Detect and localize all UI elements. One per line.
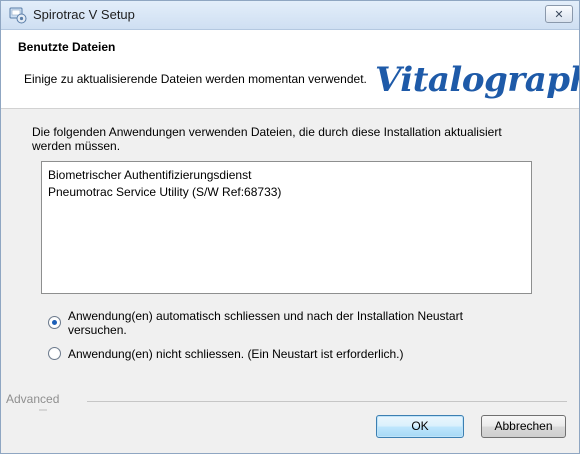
dialog-content: Die folgenden Anwendungen verwenden Date…: [1, 109, 579, 453]
footer-divider: [87, 401, 567, 402]
divider-mark: [39, 409, 47, 411]
option-no-close[interactable]: Anwendung(en) nicht schliessen. (Ein Neu…: [48, 347, 518, 361]
dialog-header: Benutzte Dateien Einige zu aktualisieren…: [1, 30, 579, 109]
info-text: Die folgenden Anwendungen verwenden Date…: [32, 125, 502, 153]
list-item[interactable]: Pneumotrac Service Utility (S/W Ref:6873…: [48, 184, 525, 201]
option-auto-close[interactable]: Anwendung(en) automatisch schliessen und…: [48, 309, 518, 337]
advanced-label: Advanced: [6, 392, 60, 406]
cancel-button[interactable]: Abbrechen: [481, 415, 566, 438]
vitalograph-logo: Vitalograph®: [375, 60, 580, 100]
applications-listbox[interactable]: Biometrischer Authentifizierungsdienst P…: [41, 161, 532, 294]
setup-app-icon: [9, 6, 27, 24]
close-button[interactable]: ✕: [545, 5, 573, 23]
header-title: Benutzte Dateien: [18, 40, 116, 54]
close-icon: ✕: [554, 8, 564, 21]
option-no-close-label[interactable]: Anwendung(en) nicht schliessen. (Ein Neu…: [68, 347, 518, 361]
radio-no-close[interactable]: [48, 347, 61, 360]
radio-auto-close[interactable]: [48, 316, 61, 329]
title-bar[interactable]: Spirotrac V Setup ✕: [1, 1, 579, 30]
window-title: Spirotrac V Setup: [33, 7, 135, 22]
ok-button[interactable]: OK: [376, 415, 464, 438]
setup-dialog: Spirotrac V Setup ✕ Benutzte Dateien Ein…: [0, 0, 580, 454]
option-auto-close-label[interactable]: Anwendung(en) automatisch schliessen und…: [68, 309, 518, 337]
list-item[interactable]: Biometrischer Authentifizierungsdienst: [48, 167, 525, 184]
header-description: Einige zu aktualisierende Dateien werden…: [24, 72, 367, 86]
logo-text: Vitalograph: [375, 60, 580, 100]
